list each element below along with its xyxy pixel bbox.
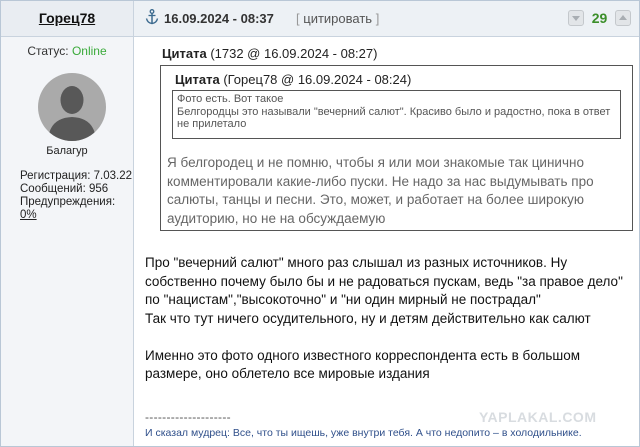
- user-title: Балагур: [46, 145, 88, 157]
- rate-up-button[interactable]: [615, 10, 631, 26]
- message-text: Про "вечерний салют" много раз слышал из…: [145, 254, 635, 384]
- signature-text: И сказал мудрец: Все, что ты ищешь, уже …: [145, 427, 582, 439]
- nested-quote-title: Цитата: [175, 72, 220, 87]
- warnings-label: Предупреждения:: [20, 196, 116, 208]
- message-paragraph-3: Именно это фото одного известного коррес…: [145, 347, 580, 382]
- site-watermark: YAPLAKAL.COM: [479, 409, 597, 425]
- quote-title: Цитата: [162, 46, 207, 61]
- forum-post: Горец78 16.09.2024 - 08:37 [ цитировать …: [0, 0, 640, 447]
- quote-meta: (1732 @ 16.09.2024 - 08:27): [210, 46, 378, 61]
- quote-button[interactable]: [ цитировать ]: [296, 11, 379, 26]
- user-stats: Регистрация: 7.03.22 Сообщений: 956 Пред…: [20, 170, 133, 222]
- status-online: Online: [71, 44, 107, 58]
- user-status: Статус: Online: [1, 44, 133, 58]
- quote-block: Цитата (Горец78 @ 16.09.2024 - 08:24) Фо…: [160, 65, 633, 231]
- status-label: Статус:: [27, 44, 69, 58]
- warnings-value[interactable]: 0%: [20, 209, 37, 221]
- nested-quote-block: Фото есть. Вот такое Белгородцы это назы…: [172, 90, 621, 139]
- registration-date: Регистрация: 7.03.22: [20, 170, 132, 182]
- nested-quote-meta: (Горец78 @ 16.09.2024 - 08:24): [223, 72, 412, 87]
- author-header: Горец78: [1, 1, 134, 37]
- quote-header: Цитата (1732 @ 16.09.2024 - 08:27): [162, 46, 377, 61]
- avatar[interactable]: [38, 73, 106, 141]
- nested-quote-header: Цитата (Горец78 @ 16.09.2024 - 08:24): [175, 72, 411, 87]
- quote-bracket-close: ]: [375, 11, 380, 26]
- message-paragraph-2: Так что тут ничего осудительного, ну и д…: [145, 310, 591, 326]
- user-placeholder-icon: [48, 86, 96, 141]
- quote-bracket-open: [: [296, 11, 300, 26]
- post-header: 16.09.2024 - 08:37 [ цитировать ] 29: [134, 1, 639, 37]
- anchor-icon[interactable]: [145, 9, 159, 25]
- warnings: Предупреждения: 0%: [20, 196, 133, 222]
- message-count: Сообщений: 956: [20, 183, 109, 195]
- signature-divider: --------------------: [145, 410, 231, 424]
- quote-text: Я белгородец и не помню, чтобы я или мои…: [167, 155, 594, 226]
- post-rating: 29: [568, 9, 631, 28]
- quote-button-label[interactable]: цитировать: [303, 11, 372, 26]
- author-name-link[interactable]: Горец78: [1, 10, 133, 26]
- author-sidebar: Статус: Online Балагур Регистрация: 7.03…: [1, 37, 134, 446]
- message-paragraph-1: Про "вечерний салют" много раз слышал из…: [145, 255, 623, 307]
- post-date: 16.09.2024 - 08:37: [164, 11, 274, 26]
- nested-quote-text: Фото есть. Вот такое Белгородцы это назы…: [177, 93, 611, 130]
- post-body: Цитата (1732 @ 16.09.2024 - 08:27) Цитат…: [134, 37, 639, 446]
